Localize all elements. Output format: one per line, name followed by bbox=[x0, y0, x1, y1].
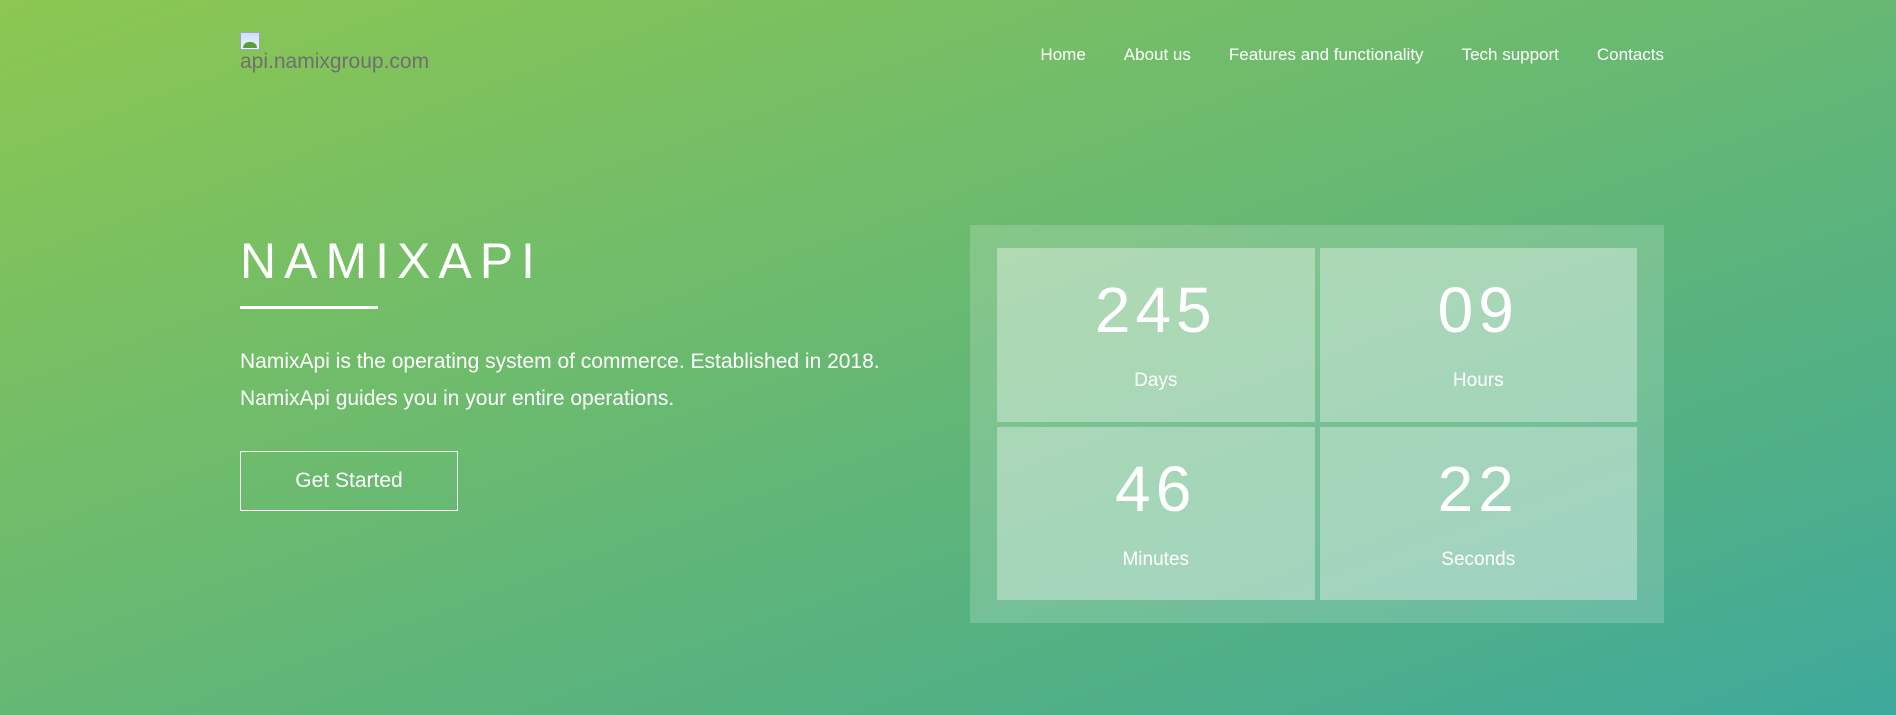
countdown-label: Hours bbox=[1452, 370, 1504, 391]
countdown-label: Seconds bbox=[1441, 548, 1516, 570]
nav-contacts[interactable]: Contacts bbox=[1597, 45, 1664, 65]
countdown-days: 245 Days bbox=[997, 248, 1315, 422]
broken-image-icon bbox=[240, 32, 260, 50]
nav-tech-support[interactable]: Tech support bbox=[1462, 45, 1559, 65]
main-nav: Home About us Features and functionality… bbox=[1040, 45, 1664, 65]
countdown-value: 22 bbox=[1437, 452, 1519, 525]
countdown-label: Days bbox=[1134, 370, 1178, 391]
nav-about-us[interactable]: About us bbox=[1124, 45, 1191, 65]
hero-description: NamixApi is the operating system of comm… bbox=[240, 343, 960, 417]
logo-alt-text: api.namixgroup.com bbox=[240, 50, 430, 73]
countdown-seconds: 22 Seconds bbox=[1319, 426, 1637, 600]
countdown-timer: 245 Days 09 Hours 46 Minutes 22 Seconds bbox=[970, 225, 1664, 623]
nav-features[interactable]: Features and functionality bbox=[1229, 45, 1424, 65]
countdown-minutes: 46 Minutes bbox=[997, 426, 1315, 600]
logo-link[interactable]: api.namixgroup.com bbox=[240, 32, 429, 74]
countdown-value: 245 bbox=[1094, 274, 1217, 346]
description-line: NamixApi guides you in your entire opera… bbox=[240, 387, 675, 410]
hero-title: NAMIXAPI bbox=[240, 233, 543, 289]
get-started-button[interactable]: Get Started bbox=[240, 451, 458, 511]
countdown-hours: 09 Hours bbox=[1319, 248, 1637, 422]
title-underline bbox=[240, 306, 378, 309]
description-line: NamixApi is the operating system of comm… bbox=[240, 350, 880, 373]
countdown-label: Minutes bbox=[1122, 548, 1190, 570]
nav-home[interactable]: Home bbox=[1040, 45, 1085, 65]
countdown-value: 09 bbox=[1437, 274, 1519, 346]
countdown-value: 46 bbox=[1115, 452, 1197, 525]
